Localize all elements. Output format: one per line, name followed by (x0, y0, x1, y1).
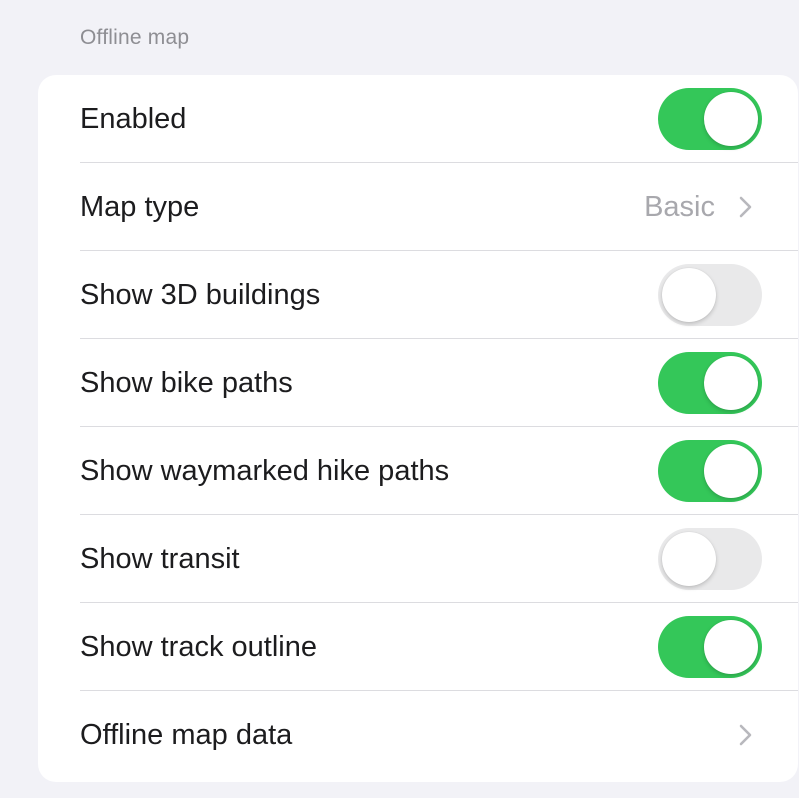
enabled-toggle[interactable] (658, 88, 762, 150)
row-enabled: Enabled (38, 75, 798, 163)
row-map-type[interactable]: Map type Basic (38, 163, 798, 251)
toggle-knob (662, 268, 716, 322)
section-header: Offline map (80, 26, 190, 49)
map-type-value: Basic (644, 191, 715, 223)
row-show-transit: Show transit (38, 515, 798, 603)
toggle-knob (704, 92, 758, 146)
toggle-knob (704, 444, 758, 498)
row-label: Show 3D buildings (80, 279, 321, 311)
show-3d-buildings-toggle[interactable] (658, 264, 762, 326)
row-label: Show transit (80, 543, 240, 575)
toggle-knob (704, 620, 758, 674)
settings-page: Offline map Enabled Map type Basic Show … (0, 0, 799, 798)
toggle-knob (704, 356, 758, 410)
offline-map-settings-group: Enabled Map type Basic Show 3D buildings… (38, 75, 798, 782)
row-show-track-outline: Show track outline (38, 603, 798, 691)
row-show-waymarked-hike-paths: Show waymarked hike paths (38, 427, 798, 515)
show-bike-paths-toggle[interactable] (658, 352, 762, 414)
row-offline-map-data[interactable]: Offline map data (38, 691, 798, 779)
row-label: Enabled (80, 103, 187, 135)
row-show-3d-buildings: Show 3D buildings (38, 251, 798, 339)
toggle-knob (662, 532, 716, 586)
row-label: Show bike paths (80, 367, 293, 399)
row-show-bike-paths: Show bike paths (38, 339, 798, 427)
row-label: Map type (80, 191, 200, 223)
row-label: Offline map data (80, 719, 293, 751)
show-waymarked-hike-paths-toggle[interactable] (658, 440, 762, 502)
chevron-right-icon (739, 196, 752, 218)
show-transit-toggle[interactable] (658, 528, 762, 590)
row-label: Show track outline (80, 631, 317, 663)
chevron-right-icon (739, 724, 752, 746)
show-track-outline-toggle[interactable] (658, 616, 762, 678)
row-label: Show waymarked hike paths (80, 455, 450, 487)
